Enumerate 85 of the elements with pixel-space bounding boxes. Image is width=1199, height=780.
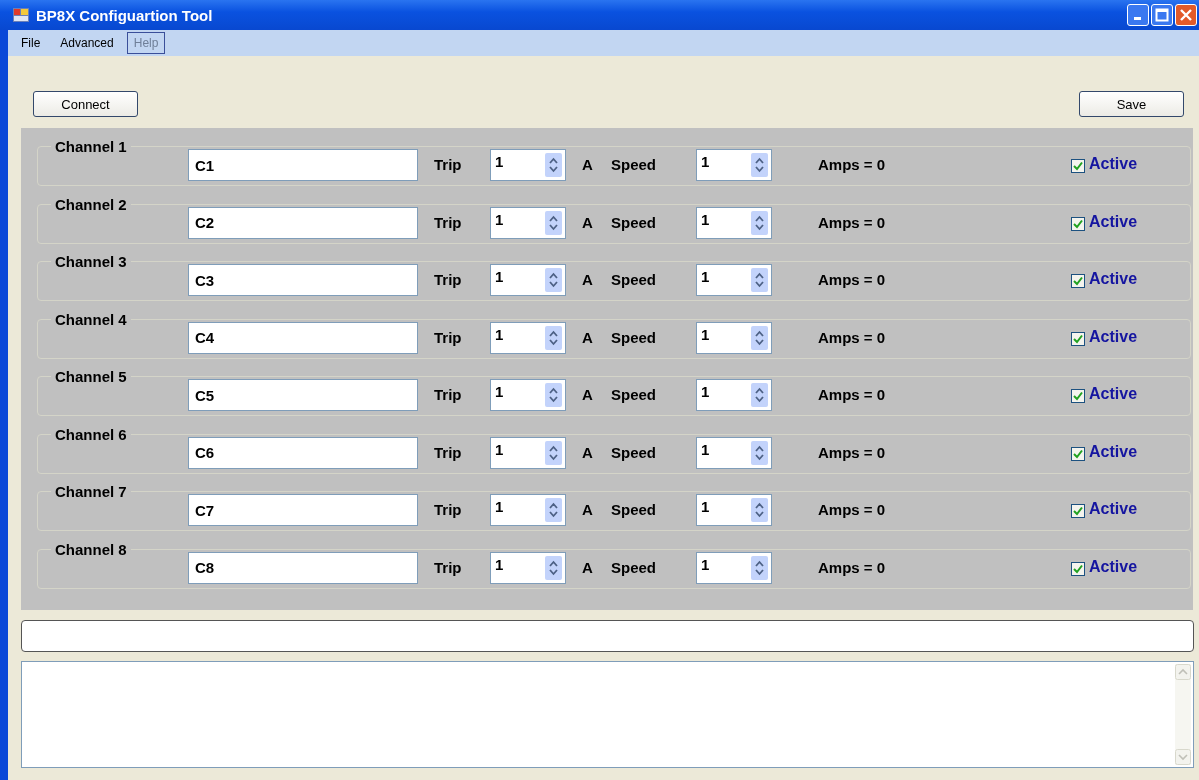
checkbox[interactable]: [1071, 331, 1085, 346]
name-field[interactable]: C6: [188, 436, 418, 469]
spin-arrows-icon[interactable]: [751, 325, 768, 350]
group-title: Channel 5: [51, 368, 131, 385]
speed-label: Speed: [611, 501, 656, 518]
amps-reading: Amps = 0: [818, 156, 886, 173]
unit-label: A: [582, 501, 593, 518]
name-field[interactable]: C5: [188, 379, 418, 411]
spin-arrows-icon[interactable]: [751, 498, 768, 522]
save-button[interactable]: Save: [1079, 91, 1184, 117]
checkbox[interactable]: [1071, 389, 1085, 403]
menu-item[interactable]: Advanced: [53, 32, 121, 54]
speed-label: Speed: [611, 271, 656, 288]
name-field[interactable]: C8: [188, 551, 418, 584]
name-field[interactable]: C4: [188, 321, 418, 354]
trip-label: Trip: [434, 443, 462, 461]
name-field[interactable]: C3: [188, 264, 418, 296]
spin-arrows-icon[interactable]: [751, 555, 768, 580]
log-area[interactable]: [21, 661, 1194, 768]
spin-arrows-icon[interactable]: [545, 498, 562, 522]
amps-reading: Amps = 0: [818, 501, 886, 518]
active-label: Active: [1089, 327, 1138, 346]
group-title: Channel 7: [51, 483, 131, 500]
checkbox[interactable]: [1071, 159, 1085, 173]
spin-arrows-icon[interactable]: [545, 210, 562, 235]
unit-label: A: [582, 271, 593, 288]
active-label: Active: [1089, 212, 1138, 231]
speed-label: Speed: [611, 558, 656, 576]
speed-label: Speed: [611, 213, 656, 231]
checkbox[interactable]: [1071, 561, 1085, 576]
amps-reading: Amps = 0: [818, 328, 886, 346]
group-title: Channel 3: [51, 253, 131, 270]
unit-label: A: [582, 443, 593, 461]
trip-label: Trip: [434, 558, 462, 576]
active-label: Active: [1089, 385, 1138, 403]
active-label: Active: [1089, 557, 1138, 576]
trip-label: Trip: [434, 213, 462, 231]
active-label: Active: [1089, 270, 1138, 288]
checkbox[interactable]: [1071, 274, 1085, 288]
unit-label: A: [582, 156, 593, 173]
minimize-button[interactable]: [1127, 4, 1149, 26]
app-icon: [12, 6, 30, 24]
status-field[interactable]: [21, 620, 1194, 652]
spin-arrows-icon[interactable]: [545, 325, 562, 350]
unit-label: A: [582, 386, 593, 403]
speed-label: Speed: [611, 156, 656, 173]
name-field[interactable]: C2: [188, 206, 418, 239]
trip-label: Trip: [434, 501, 462, 518]
group-title: Channel 1: [51, 138, 131, 155]
spin-arrows-icon[interactable]: [545, 555, 562, 580]
checkbox[interactable]: [1071, 216, 1085, 231]
active-label: Active: [1089, 442, 1138, 461]
trip-label: Trip: [434, 328, 462, 346]
spin-arrows-icon[interactable]: [751, 268, 768, 292]
connect-button[interactable]: Connect: [33, 91, 138, 117]
spin-arrows-icon[interactable]: [545, 383, 562, 407]
speed-label: Speed: [611, 328, 656, 346]
spin-arrows-icon[interactable]: [545, 153, 562, 177]
spin-arrows-icon[interactable]: [545, 268, 562, 292]
spin-arrows-icon[interactable]: [545, 440, 562, 465]
checkbox[interactable]: [1071, 446, 1085, 461]
trip-label: Trip: [434, 156, 462, 173]
active-label: Active: [1089, 155, 1138, 173]
spin-arrows-icon[interactable]: [751, 153, 768, 177]
spin-arrows-icon[interactable]: [751, 210, 768, 235]
amps-reading: Amps = 0: [818, 558, 886, 576]
spin-arrows-icon[interactable]: [751, 383, 768, 407]
amps-reading: Amps = 0: [818, 271, 886, 288]
amps-reading: Amps = 0: [818, 386, 886, 403]
window-title: BP8X Configuartion Tool: [36, 6, 213, 24]
active-label: Active: [1089, 500, 1138, 518]
amps-reading: Amps = 0: [818, 213, 886, 231]
amps-reading: Amps = 0: [818, 443, 886, 461]
unit-label: A: [582, 328, 593, 346]
spin-arrows-icon[interactable]: [751, 440, 768, 465]
speed-label: Speed: [611, 386, 656, 403]
unit-label: A: [582, 213, 593, 231]
menu-item[interactable]: File: [14, 32, 48, 54]
unit-label: A: [582, 558, 593, 576]
checkbox[interactable]: [1071, 504, 1085, 518]
name-field[interactable]: C7: [188, 494, 418, 526]
trip-label: Trip: [434, 271, 462, 288]
trip-label: Trip: [434, 386, 462, 403]
speed-label: Speed: [611, 443, 656, 461]
name-field[interactable]: C1: [188, 149, 418, 181]
